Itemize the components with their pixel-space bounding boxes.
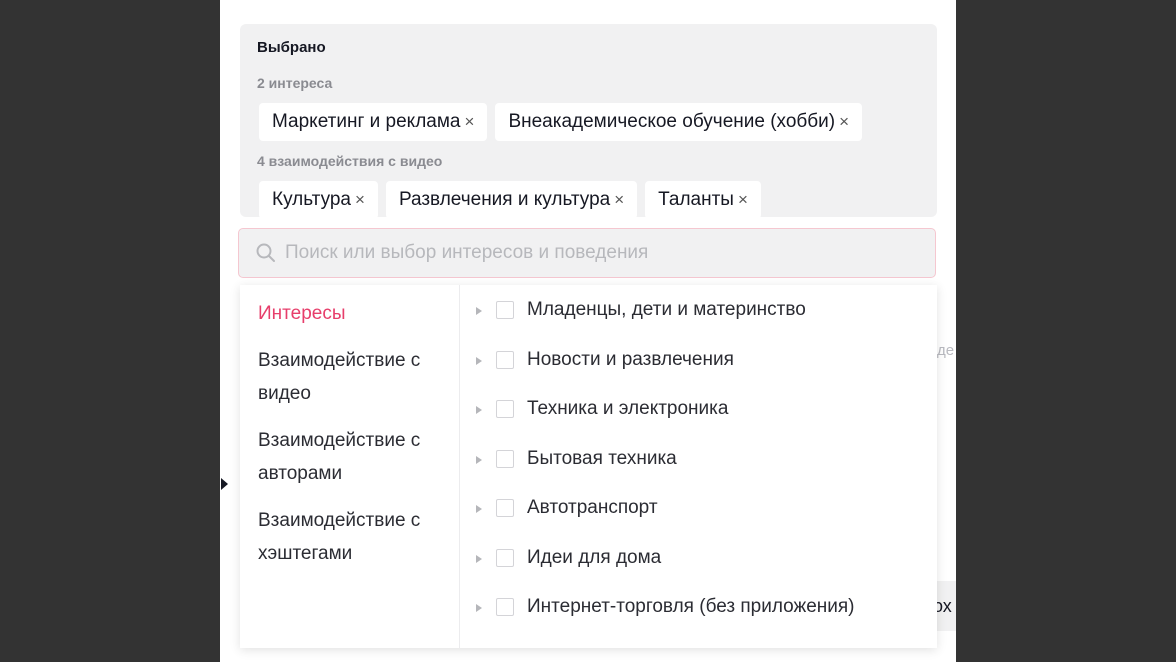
remove-chip-icon[interactable]: × — [355, 190, 365, 210]
option-checkbox[interactable] — [496, 499, 514, 517]
interests-count-label: 2 интереса — [257, 75, 333, 91]
expand-arrow-icon[interactable] — [476, 406, 482, 414]
chip-label: Внеакадемическое обучение (хобби) — [508, 111, 836, 132]
category-creator-interactions[interactable]: Взаимодействие с авторами — [240, 424, 459, 490]
search-icon — [256, 243, 275, 262]
option-row: Бытовая техника — [460, 446, 937, 496]
option-label[interactable]: Интернет-торговля (без приложения) — [527, 594, 855, 620]
expand-arrow-icon[interactable] — [476, 307, 482, 315]
chip-label: Маркетинг и реклама — [272, 111, 461, 132]
option-label[interactable]: Новости и развлечения — [527, 347, 734, 373]
option-list: Младенцы, дети и материнство Новости и р… — [460, 285, 937, 648]
search-field[interactable] — [238, 228, 936, 278]
expand-arrow-icon[interactable] — [476, 505, 482, 513]
option-checkbox[interactable] — [496, 350, 514, 369]
option-checkbox[interactable] — [496, 598, 514, 616]
remove-chip-icon[interactable]: × — [465, 112, 475, 132]
option-row: Новости и развлечения — [460, 347, 937, 397]
selected-chip: Внеакадемическое обучение (хобби) × — [495, 103, 863, 141]
chip-label: Таланты — [658, 189, 734, 210]
option-label[interactable]: Идеи для дома — [527, 545, 661, 571]
selected-chip: Культура × — [259, 181, 378, 217]
interests-chip-row: Маркетинг и реклама × Внеакадемическое о… — [259, 103, 863, 141]
option-label[interactable]: Бытовая техника — [527, 446, 677, 472]
interests-dropdown: Интересы Взаимодействие с видео Взаимоде… — [240, 285, 937, 648]
category-video-interactions[interactable]: Взаимодействие с видео — [240, 344, 459, 410]
option-label[interactable]: Младенцы, дети и материнство — [527, 297, 806, 323]
selected-chip: Маркетинг и реклама × — [259, 103, 488, 141]
option-row: Техника и электроника — [460, 396, 937, 446]
selected-chip: Таланты × — [645, 181, 761, 217]
selected-panel: Выбрано 2 интереса Маркетинг и реклама ×… — [240, 24, 937, 217]
search-input[interactable] — [283, 241, 935, 265]
remove-chip-icon[interactable]: × — [738, 190, 748, 210]
expand-arrow-icon[interactable] — [476, 604, 482, 612]
option-label[interactable]: Техника и электроника — [527, 396, 728, 422]
chip-label: Культура — [272, 189, 351, 210]
option-checkbox[interactable] — [496, 548, 514, 567]
background-text-fragment: де — [937, 342, 955, 359]
option-row: Интернет-торговля (без приложения) — [460, 594, 937, 644]
category-list: Интересы Взаимодействие с видео Взаимоде… — [240, 285, 460, 648]
selected-chip: Развлечения и культура × — [385, 181, 638, 217]
category-interests[interactable]: Интересы — [240, 297, 459, 330]
selected-title: Выбрано — [257, 39, 326, 56]
option-label[interactable]: Автотранспорт — [527, 495, 658, 521]
chip-label: Развлечения и культура — [398, 189, 611, 210]
video-chip-row: Культура × Развлечения и культура × Тала… — [259, 181, 761, 217]
option-row: Идеи для дома — [460, 545, 937, 595]
option-row: Младенцы, дети и материнство — [460, 297, 937, 347]
caret-right-icon — [221, 478, 228, 490]
expand-arrow-icon[interactable] — [476, 356, 482, 365]
video-count-label: 4 взаимодействия с видео — [257, 153, 443, 169]
option-checkbox[interactable] — [496, 301, 514, 319]
remove-chip-icon[interactable]: × — [614, 190, 624, 210]
remove-chip-icon[interactable]: × — [839, 112, 849, 132]
option-row: Автотранспорт — [460, 495, 937, 545]
option-checkbox[interactable] — [496, 400, 514, 418]
expand-arrow-icon[interactable] — [476, 455, 482, 464]
category-hashtag-interactions[interactable]: Взаимодействие с хэштегами — [240, 504, 459, 570]
expand-arrow-icon[interactable] — [476, 554, 482, 563]
option-checkbox[interactable] — [496, 449, 514, 468]
targeting-page: де ох Выбрано 2 интереса Маркетинг и рек… — [220, 0, 956, 662]
